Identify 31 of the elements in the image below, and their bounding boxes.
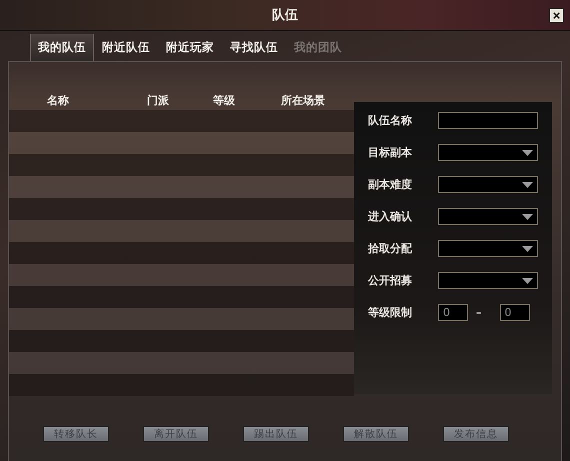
range-separator: – bbox=[476, 306, 482, 319]
column-header: 所在场景 bbox=[281, 92, 326, 108]
caret-icon bbox=[522, 150, 533, 156]
column-header: 门派 bbox=[147, 92, 170, 108]
field-label: 拾取分配 bbox=[368, 241, 413, 256]
input-field[interactable] bbox=[438, 112, 538, 129]
tab[interactable]: 附近队伍 bbox=[94, 34, 158, 61]
caret-icon bbox=[522, 278, 533, 284]
field-label: 进入确认 bbox=[368, 209, 413, 224]
window-title: 队伍 bbox=[272, 7, 298, 24]
dropdown[interactable] bbox=[438, 240, 538, 257]
field-label: 等级限制 bbox=[368, 305, 413, 320]
field-label: 公开招募 bbox=[368, 273, 413, 288]
tab[interactable]: 寻找队伍 bbox=[222, 34, 286, 61]
column-header: 名称 bbox=[47, 92, 70, 108]
dropdown[interactable] bbox=[438, 272, 538, 289]
field-label: 副本难度 bbox=[368, 177, 413, 192]
column-header: 等级 bbox=[213, 92, 236, 108]
input-field[interactable]: 0 bbox=[500, 304, 530, 321]
caret-icon bbox=[522, 182, 533, 188]
dropdown[interactable] bbox=[438, 208, 538, 225]
tab[interactable]: 我的队伍 bbox=[30, 34, 94, 61]
caret-icon bbox=[522, 246, 533, 252]
input-field[interactable]: 0 bbox=[438, 304, 468, 321]
close-button[interactable]: × bbox=[549, 8, 564, 23]
field-label: 队伍名称 bbox=[368, 113, 413, 128]
caret-icon bbox=[522, 214, 533, 220]
tab[interactable]: 附近玩家 bbox=[158, 34, 222, 61]
dropdown[interactable] bbox=[438, 176, 538, 193]
field-label: 目标副本 bbox=[368, 145, 413, 160]
dropdown[interactable] bbox=[438, 144, 538, 161]
